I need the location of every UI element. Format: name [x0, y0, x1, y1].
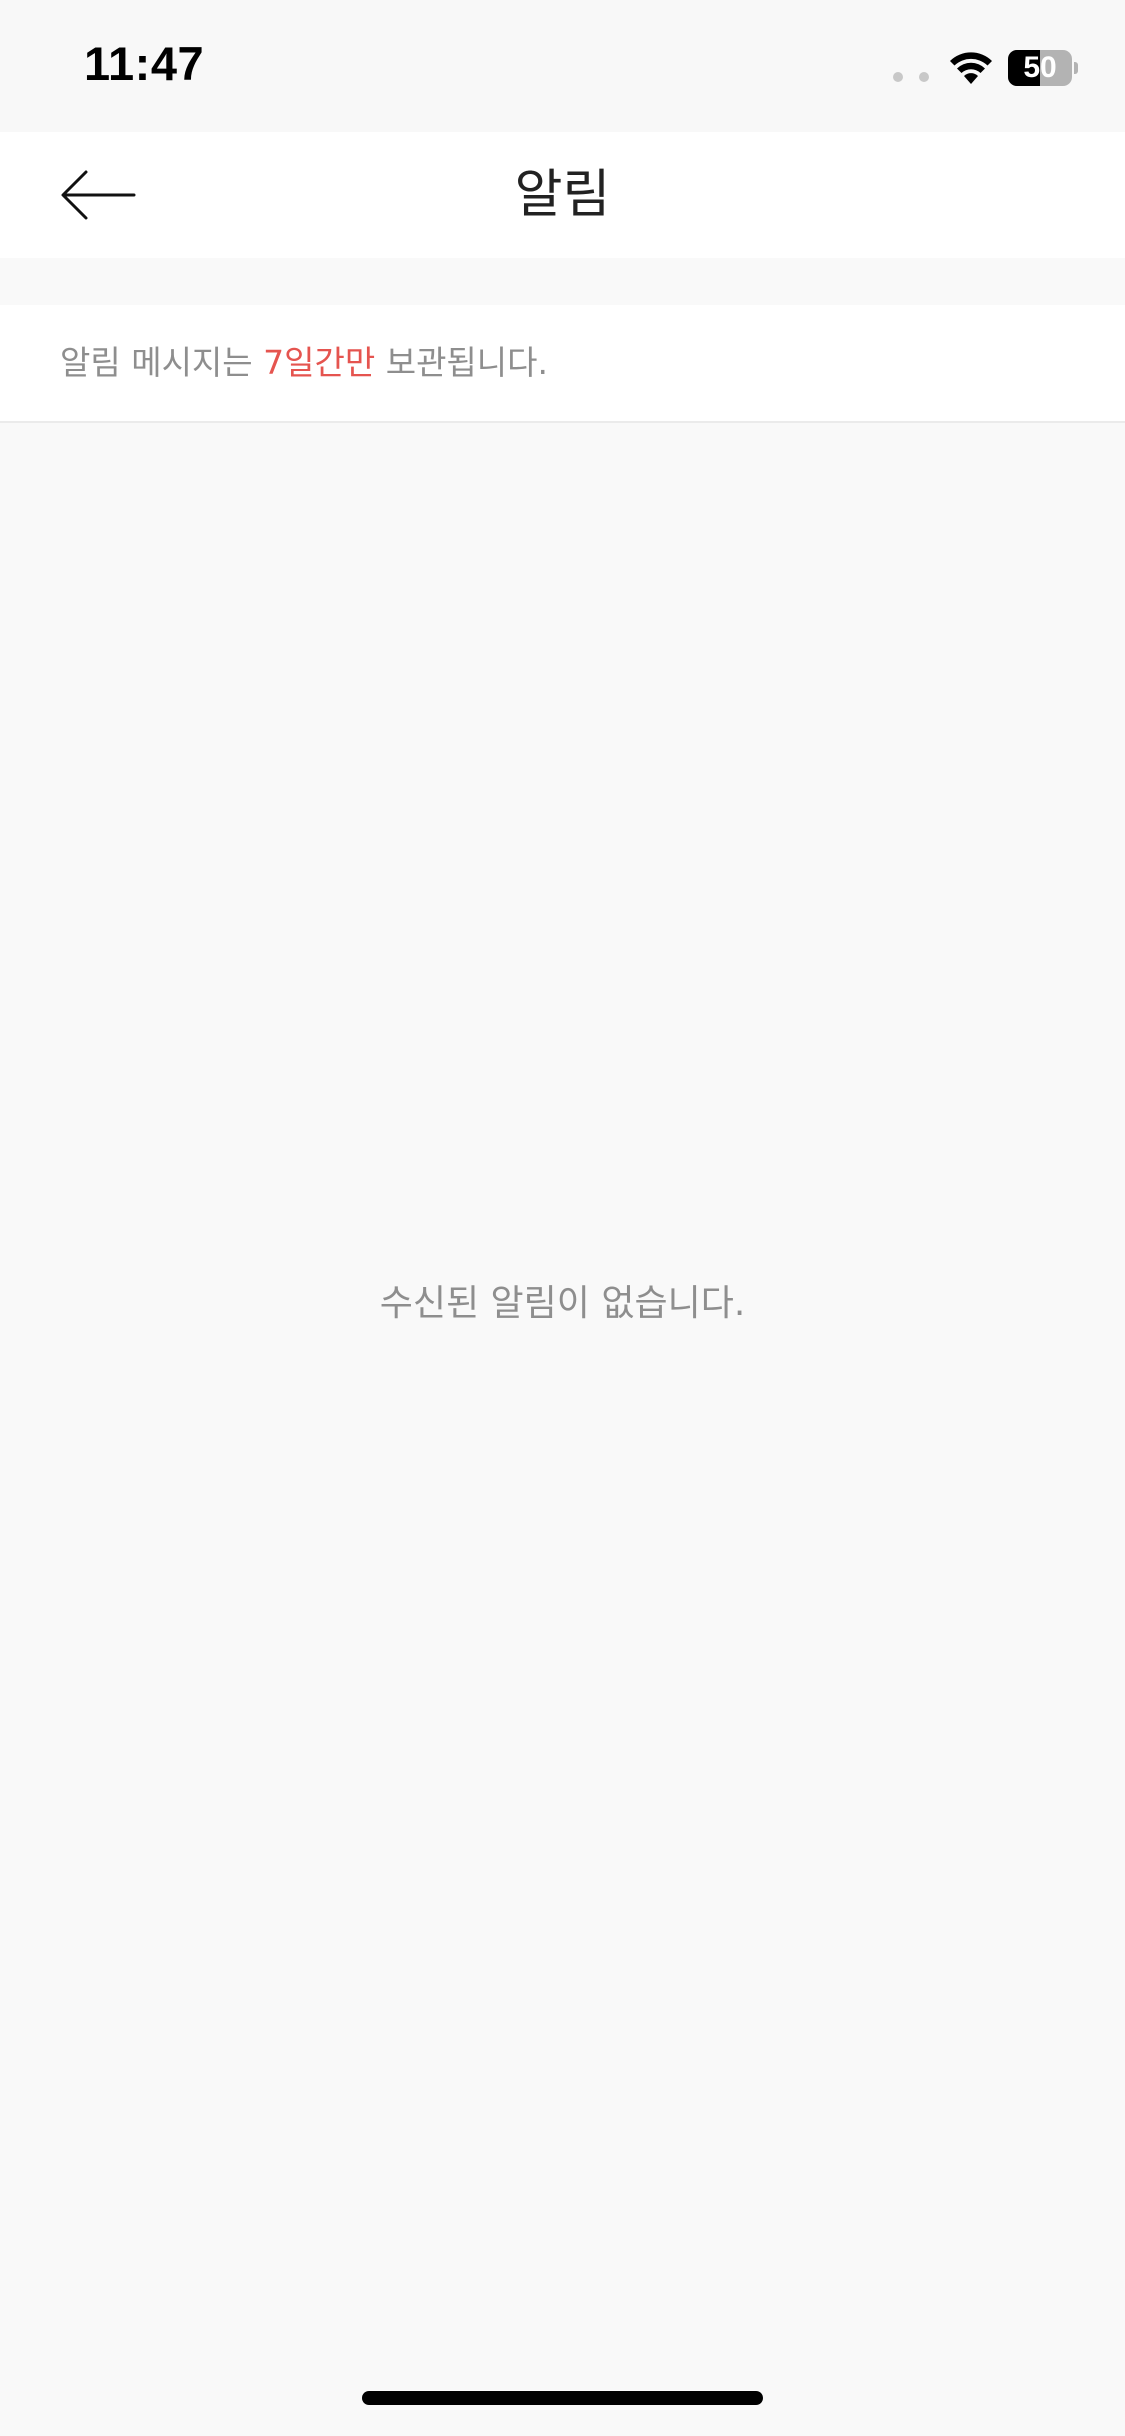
notice-suffix: 보관됩니다. — [375, 343, 548, 382]
notice-text: 알림 메시지는 7일간만 보관됩니다. — [60, 305, 548, 421]
battery-level: 50 — [1023, 51, 1057, 84]
status-bar: 11:47 50 — [0, 0, 1125, 132]
battery-icon: 50 — [1008, 50, 1078, 86]
notice-highlight: 7일간만 — [263, 343, 376, 382]
home-indicator[interactable] — [362, 2391, 763, 2405]
empty-state-message: 수신된 알림이 없습니다. — [379, 1283, 746, 1324]
notice-prefix: 알림 메시지는 — [60, 343, 264, 382]
wifi-icon — [950, 52, 992, 84]
notice-banner: 알림 메시지는 7일간만 보관됩니다. — [0, 305, 1125, 423]
page-title: 알림 — [514, 165, 611, 225]
signal-icon — [893, 72, 933, 84]
status-time: 11:47 — [84, 37, 205, 90]
nav-header: 알림 — [0, 132, 1125, 258]
